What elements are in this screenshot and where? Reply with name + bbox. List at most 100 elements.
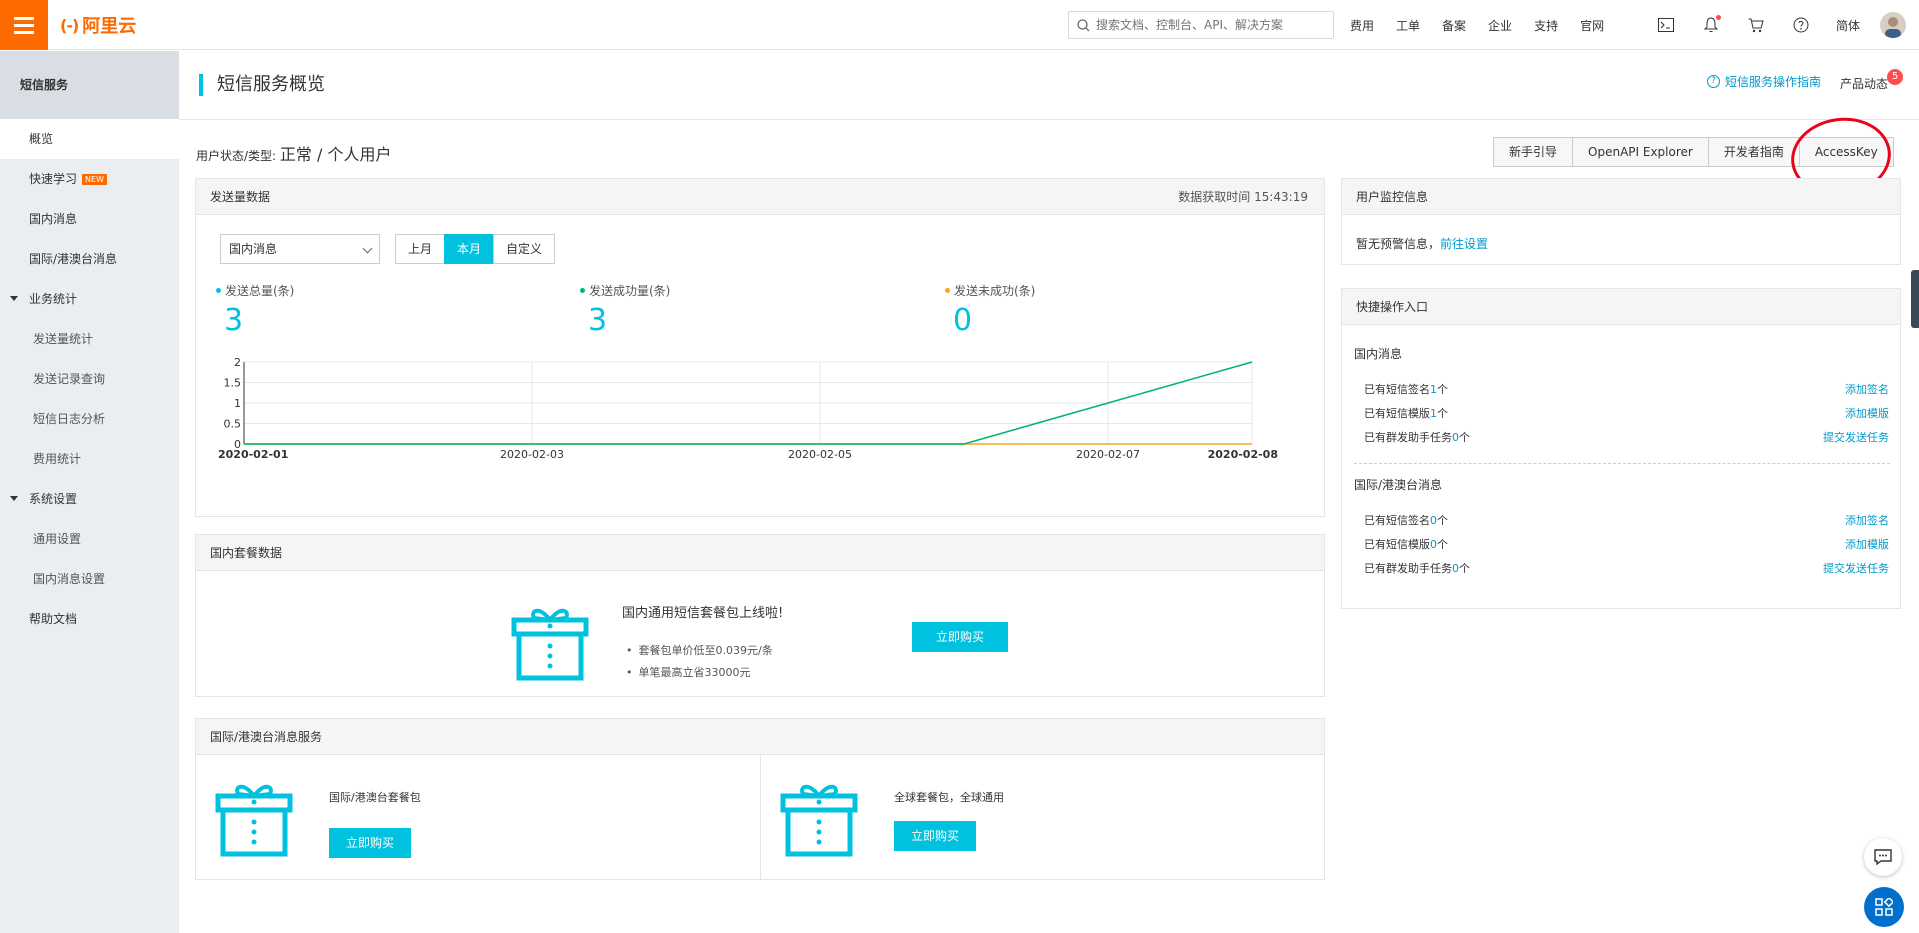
row-count: 0 [1430,538,1437,551]
sidebar-item-label: 通用设置 [33,532,82,546]
sidebar-item-domestic[interactable]: 国内消息 [0,199,179,239]
sidebar-item-label: 国内消息 [29,212,78,226]
package-promo: 国内通用短信套餐包上线啦! 套餐包单价低至0.039元/条 单笔最高立省3300… [196,572,1324,696]
top-link-billing[interactable]: 费用 [1350,17,1374,34]
top-link-ticket[interactable]: 工单 [1396,17,1420,34]
period-this-month[interactable]: 本月 [444,234,495,264]
top-link-enterprise[interactable]: 企业 [1488,17,1512,34]
sidebar-item-label: 国际/港澳台消息 [29,252,118,266]
card-header: 发送量数据 数据获取时间 15:43:19 [196,179,1324,215]
card-header: 国内套餐数据 [196,535,1324,571]
sidebar-item-cost-stats[interactable]: 费用统计 [0,439,179,479]
sidebar-item-international[interactable]: 国际/港澳台消息 [0,239,179,279]
quick-row: 已有短信签名0个 添加签名 [1364,512,1889,532]
card-title: 国际/港澳台消息服务 [210,730,323,744]
package-headline: 国内通用短信套餐包上线啦! [622,606,784,621]
sidebar-item-help-docs[interactable]: 帮助文档 [0,599,179,639]
row-text: 已有短信模版 [1364,538,1430,551]
chat-icon[interactable] [1864,838,1902,876]
send-volume-card: 发送量数据 数据获取时间 15:43:19 国内消息 上月 本月 自定义 发送总… [195,178,1325,517]
openapi-explorer-button[interactable]: OpenAPI Explorer [1572,137,1709,167]
submit-send-task-link[interactable]: 提交发送任务 [1823,429,1889,445]
quick-section-domestic: 国内消息 [1354,347,1403,361]
sidebar-item-general-settings[interactable]: 通用设置 [0,519,179,559]
add-template-link[interactable]: 添加模版 [1845,405,1889,421]
sidebar-item-label: 国内消息设置 [33,572,106,586]
row-text: 已有群发助手任务 [1364,562,1452,575]
language-switch[interactable]: 简体 [1836,17,1860,34]
x-tick-label: 2020-02-07 [1076,448,1140,461]
beginner-guide-button[interactable]: 新手引导 [1493,137,1574,167]
product-news-link[interactable]: 产品动态 [1840,75,1888,92]
cart-icon[interactable] [1746,15,1766,35]
domestic-package-card: 国内套餐数据 国内通用短信套餐包上线啦! 套餐包单价低至0.039元/条 单笔最… [195,534,1325,697]
stat-label: 发送未成功(条) [954,284,1036,298]
sidebar-item-send-records[interactable]: 发送记录查询 [0,359,179,399]
card-header: 快捷操作入口 [1342,289,1900,325]
aliyun-logo[interactable]: (-) 阿里云 [60,13,137,38]
submit-send-task-link[interactable]: 提交发送任务 [1823,560,1889,576]
apps-grid-icon[interactable] [1864,887,1904,927]
gift-icon [780,784,858,857]
row-unit: 个 [1437,538,1448,551]
sidebar-item-label: 系统设置 [29,492,78,506]
row-count: 0 [1452,562,1459,575]
bell-icon[interactable] [1701,15,1721,35]
card-title: 快捷操作入口 [1356,300,1429,314]
package-bullet: 单笔最高立省33000元 [626,664,773,680]
sidebar-group-settings[interactable]: 系统设置 [0,479,179,519]
y-tick-label: 2 [234,356,241,369]
stat-failed: 发送未成功(条) 0 [945,282,1035,338]
row-unit: 个 [1459,431,1470,444]
sidebar-group-statistics[interactable]: 业务统计 [0,279,179,319]
caret-down-icon [10,496,18,501]
row-text: 已有群发助手任务 [1364,431,1452,444]
divider [1354,463,1890,464]
top-link-support[interactable]: 支持 [1534,17,1558,34]
sidebar-item-quick-learn[interactable]: 快速学习 NEW [0,159,179,199]
search-input[interactable] [1096,18,1326,32]
user-avatar[interactable] [1880,12,1906,38]
go-settings-link[interactable]: 前往设置 [1440,237,1488,251]
stat-value: 3 [224,303,244,338]
x-tick-label: 2020-02-05 [788,448,852,461]
sidebar-item-log-analysis[interactable]: 短信日志分析 [0,399,179,439]
intl-package-label: 国际/港澳台套餐包 [329,791,421,804]
message-type-select[interactable]: 国内消息 [220,234,380,264]
sidebar-item-domestic-settings[interactable]: 国内消息设置 [0,559,179,599]
sidebar-item-send-stats[interactable]: 发送量统计 [0,319,179,359]
guide-link[interactable]: ? 短信服务操作指南 [1707,73,1821,90]
row-text: 已有短信签名 [1364,383,1430,396]
sidebar-item-overview[interactable]: 概览 [0,119,179,159]
y-tick-label: 1 [234,397,241,410]
help-icon[interactable] [1791,15,1811,35]
terminal-icon[interactable] [1656,15,1676,35]
international-service-card: 国际/港澳台消息服务 国际/港澳台套餐包 立即购买 全球套餐包，全球通用 立即购… [195,718,1325,880]
quick-row: 已有群发助手任务0个 提交发送任务 [1364,429,1889,449]
stat-value: 3 [588,303,608,338]
logo-text: 阿里云 [82,16,137,37]
period-custom[interactable]: 自定义 [493,234,556,264]
buy-global-package-button[interactable]: 立即购买 [894,821,976,851]
gift-icon [215,784,293,857]
developer-guide-button[interactable]: 开发者指南 [1707,137,1800,167]
row-count: 0 [1452,431,1459,444]
buy-intl-package-button[interactable]: 立即购买 [329,828,411,858]
hamburger-menu-icon[interactable] [0,0,48,50]
user-status-value: 正常 / 个人用户 [279,145,392,164]
row-unit: 个 [1437,514,1448,527]
global-search[interactable] [1068,11,1334,39]
side-panel-handle[interactable] [1911,270,1919,328]
top-link-website[interactable]: 官网 [1580,17,1604,34]
legend-dot [945,288,950,293]
buy-domestic-package-button[interactable]: 立即购买 [912,622,1008,652]
legend-dot [580,288,585,293]
add-signature-link[interactable]: 添加签名 [1845,381,1889,397]
period-last-month[interactable]: 上月 [395,234,446,264]
top-links: 费用 工单 备案 企业 支持 官网 [1350,0,1626,50]
top-link-icp[interactable]: 备案 [1442,17,1466,34]
add-signature-link[interactable]: 添加签名 [1845,512,1889,528]
accesskey-button[interactable]: AccessKey [1798,137,1894,167]
add-template-link[interactable]: 添加模版 [1845,536,1889,552]
quick-actions-card: 快捷操作入口 国内消息 已有短信签名1个 添加签名 已有短信模版1个 添加模版 已有… [1341,288,1901,609]
